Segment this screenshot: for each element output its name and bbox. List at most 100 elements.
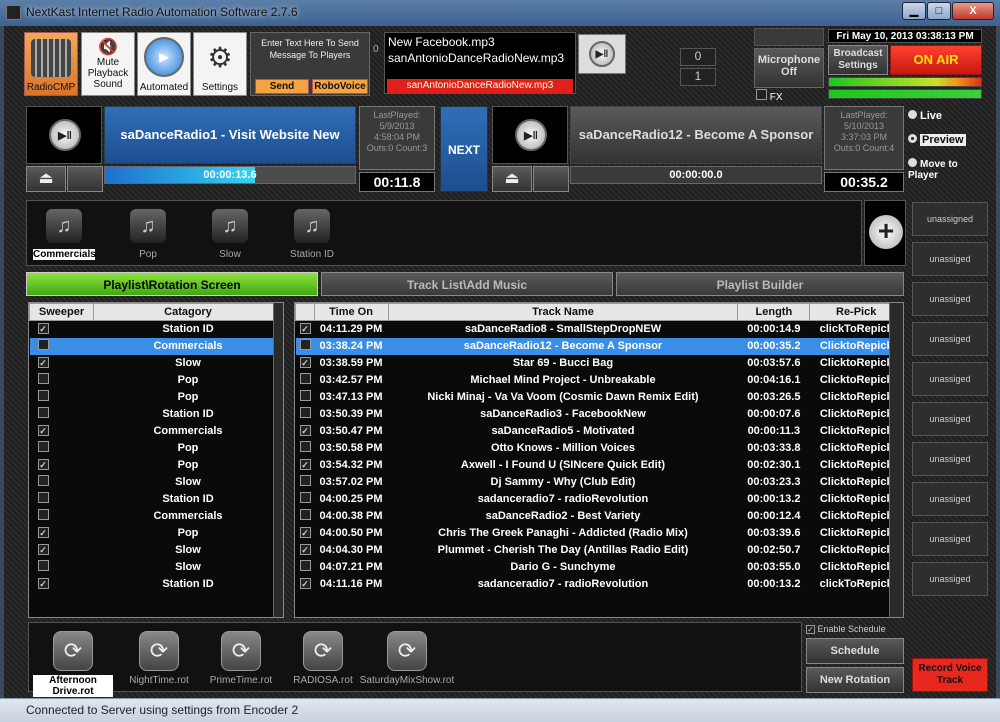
track-row[interactable]: ✓ 03:50.47 PM saDanceRadio5 - Motivated … <box>296 423 903 440</box>
side-button-unassigned[interactable]: unassiged <box>912 322 988 356</box>
side-button-unassigned[interactable]: unassigned <box>912 202 988 236</box>
side-button-unassigned[interactable]: unassiged <box>912 242 988 276</box>
track-checkbox[interactable]: ✓ <box>299 323 311 335</box>
track-row[interactable]: 03:47.13 PM Nicki Minaj - Va Va Voom (Co… <box>296 389 903 406</box>
deck-b-play-area[interactable]: ▶ǁ <box>492 106 568 164</box>
track-checkbox[interactable] <box>299 509 311 520</box>
side-button-unassigned[interactable]: unassiged <box>912 362 988 396</box>
track-checkbox[interactable] <box>299 441 311 452</box>
deck-b-title[interactable]: saDanceRadio12 - Become A Sponsor <box>570 106 822 164</box>
sweeper-checkbox[interactable]: ✓ <box>37 425 49 436</box>
track-checkbox[interactable] <box>299 407 311 418</box>
track-checkbox[interactable] <box>299 475 311 486</box>
side-button-unassigned[interactable]: unassiged <box>912 562 988 596</box>
broadcast-settings-button[interactable]: Broadcast Settings <box>828 45 888 75</box>
deck-b-progress-time[interactable]: 00:00:00.0 <box>570 166 822 184</box>
category-row[interactable]: ✓ Commercials <box>30 423 283 440</box>
track-row[interactable]: 03:38.24 PM saDanceRadio12 - Become A Sp… <box>295 337 903 355</box>
tab-playlist-rotation[interactable]: Playlist\Rotation Screen <box>26 272 318 296</box>
category-row[interactable]: Slow <box>30 474 283 491</box>
send-button[interactable]: Send <box>255 79 309 94</box>
track-row[interactable]: ✓ 04:04.30 PM Plummet - Cherish The Day … <box>296 542 903 559</box>
side-button-unassigned[interactable]: unassiged <box>912 442 988 476</box>
track-checkbox[interactable] <box>299 390 311 401</box>
mode-preview[interactable]: Preview <box>908 134 988 154</box>
sweeper-checkbox[interactable] <box>37 373 49 384</box>
header-length[interactable]: Length <box>737 303 811 321</box>
sweeper-checkbox[interactable] <box>37 560 49 571</box>
category-row[interactable]: ✓ Pop <box>30 525 283 542</box>
track-row[interactable]: 03:42.57 PM Michael Mind Project - Unbre… <box>296 372 903 389</box>
settings-button[interactable]: ⚙ Settings <box>193 32 247 96</box>
track-row[interactable]: ✓ 03:54.32 PM Axwell - I Found U (SINcer… <box>296 457 903 474</box>
play-pause-icon[interactable]: ▶ǁ <box>515 119 547 151</box>
track-row[interactable]: 03:57.02 PM Dj Sammy - Why (Club Edit) 0… <box>296 474 903 491</box>
track-checkbox[interactable]: ✓ <box>299 357 311 368</box>
robovoice-button[interactable]: RoboVoice <box>312 79 368 94</box>
sweeper-checkbox[interactable] <box>37 509 49 520</box>
track-checkbox[interactable]: ✓ <box>299 578 311 589</box>
track-row[interactable]: ✓ 04:11.29 PM saDanceRadio8 - SmallStepD… <box>296 321 903 338</box>
category-row[interactable]: Station ID <box>30 406 283 423</box>
mode-move-to-player[interactable]: Move to Player <box>908 158 988 182</box>
deck-a-progress[interactable]: 00:00:13.6 <box>104 166 356 184</box>
track-row[interactable]: 04:00.38 PM saDanceRadio2 - Best Variety… <box>296 508 903 525</box>
sweeper-checkbox[interactable]: ✓ <box>37 527 49 538</box>
play-pause-icon[interactable]: ▶ǁ <box>49 119 81 151</box>
eject-icon[interactable]: ⏏ <box>26 166 66 192</box>
sweeper-checkbox[interactable] <box>37 492 49 503</box>
close-button[interactable]: X <box>952 2 994 20</box>
track-checkbox[interactable] <box>299 373 311 384</box>
track-checkbox[interactable] <box>299 492 311 503</box>
rotation-saturday[interactable]: ⟳ SaturdayMixShow.rot <box>359 631 455 691</box>
category-row[interactable]: Station ID <box>30 491 283 508</box>
header-track-name[interactable]: Track Name <box>387 303 739 321</box>
eject-icon[interactable]: ⏏ <box>492 166 532 192</box>
track-checkbox[interactable]: ✓ <box>299 459 311 470</box>
track-checkbox[interactable] <box>299 339 311 350</box>
sweeper-checkbox[interactable] <box>37 390 49 401</box>
track-checkbox[interactable] <box>299 560 311 571</box>
deck-a-play-area[interactable]: ▶ǁ <box>26 106 102 164</box>
sweeper-checkbox[interactable]: ✓ <box>37 544 49 555</box>
record-voice-track-button[interactable]: Record Voice Track <box>912 658 988 692</box>
category-row[interactable]: ✓ Slow <box>30 355 283 372</box>
track-row[interactable]: ✓ 03:38.59 PM Star 69 - Bucci Bag 00:03:… <box>296 355 903 372</box>
category-commercials[interactable]: ♫ Commercials <box>33 209 96 265</box>
category-station-id[interactable]: ♫ Station ID <box>281 209 343 265</box>
category-pop[interactable]: ♫ Pop <box>117 209 179 265</box>
header-sweeper[interactable]: Sweeper <box>29 303 94 321</box>
enable-schedule[interactable]: ✓ Enable Schedule <box>806 624 904 636</box>
sweeper-checkbox[interactable]: ✓ <box>37 459 49 470</box>
rotation-radiosa[interactable]: ⟳ RADIOSA.rot <box>283 631 363 691</box>
next-button[interactable]: NEXT <box>440 106 488 192</box>
side-button-unassigned[interactable]: unassiged <box>912 482 988 516</box>
rotation-primetime[interactable]: ⟳ PrimeTime.rot <box>201 631 281 691</box>
add-category-button[interactable]: + <box>864 200 906 266</box>
microphone-button[interactable]: Microphone Off <box>754 48 824 88</box>
deck-a-title[interactable]: saDanceRadio1 - Visit Website New <box>104 106 356 164</box>
sweeper-checkbox[interactable]: ✓ <box>37 357 49 368</box>
track-row[interactable]: ✓ 04:00.50 PM Chris The Greek Panaghi - … <box>296 525 903 542</box>
category-row[interactable]: ✓ Station ID <box>30 321 283 338</box>
category-slow[interactable]: ♫ Slow <box>199 209 261 265</box>
track-row[interactable]: 04:00.25 PM sadanceradio7 - radioRevolut… <box>296 491 903 508</box>
sweeper-checkbox[interactable] <box>37 475 49 486</box>
preview-play-button[interactable]: ▶ǁ <box>578 34 626 74</box>
category-row[interactable]: Commercials <box>30 508 283 525</box>
track-row[interactable]: 04:07.21 PM Dario G - Sunchyme 00:03:55.… <box>296 559 903 576</box>
message-input[interactable]: Enter Text Here To Send Message To Playe… <box>251 33 369 73</box>
deck-b-fader[interactable] <box>533 166 569 192</box>
on-air-button[interactable]: ON AIR <box>890 45 982 75</box>
side-button-unassigned[interactable]: unassiged <box>912 282 988 316</box>
track-scrollbar[interactable] <box>889 303 903 617</box>
new-rotation-button[interactable]: New Rotation <box>806 667 904 693</box>
category-row[interactable]: Pop <box>30 440 283 457</box>
track-row[interactable]: 03:50.39 PM saDanceRadio3 - FacebookNew … <box>296 406 903 423</box>
sweeper-checkbox[interactable] <box>37 339 49 350</box>
sweeper-checkbox[interactable] <box>37 407 49 418</box>
category-row[interactable]: ✓ Station ID <box>30 576 283 593</box>
tab-playlist-builder[interactable]: Playlist Builder <box>616 272 904 296</box>
category-row[interactable]: Pop <box>30 372 283 389</box>
mode-live[interactable]: Live <box>908 110 988 130</box>
